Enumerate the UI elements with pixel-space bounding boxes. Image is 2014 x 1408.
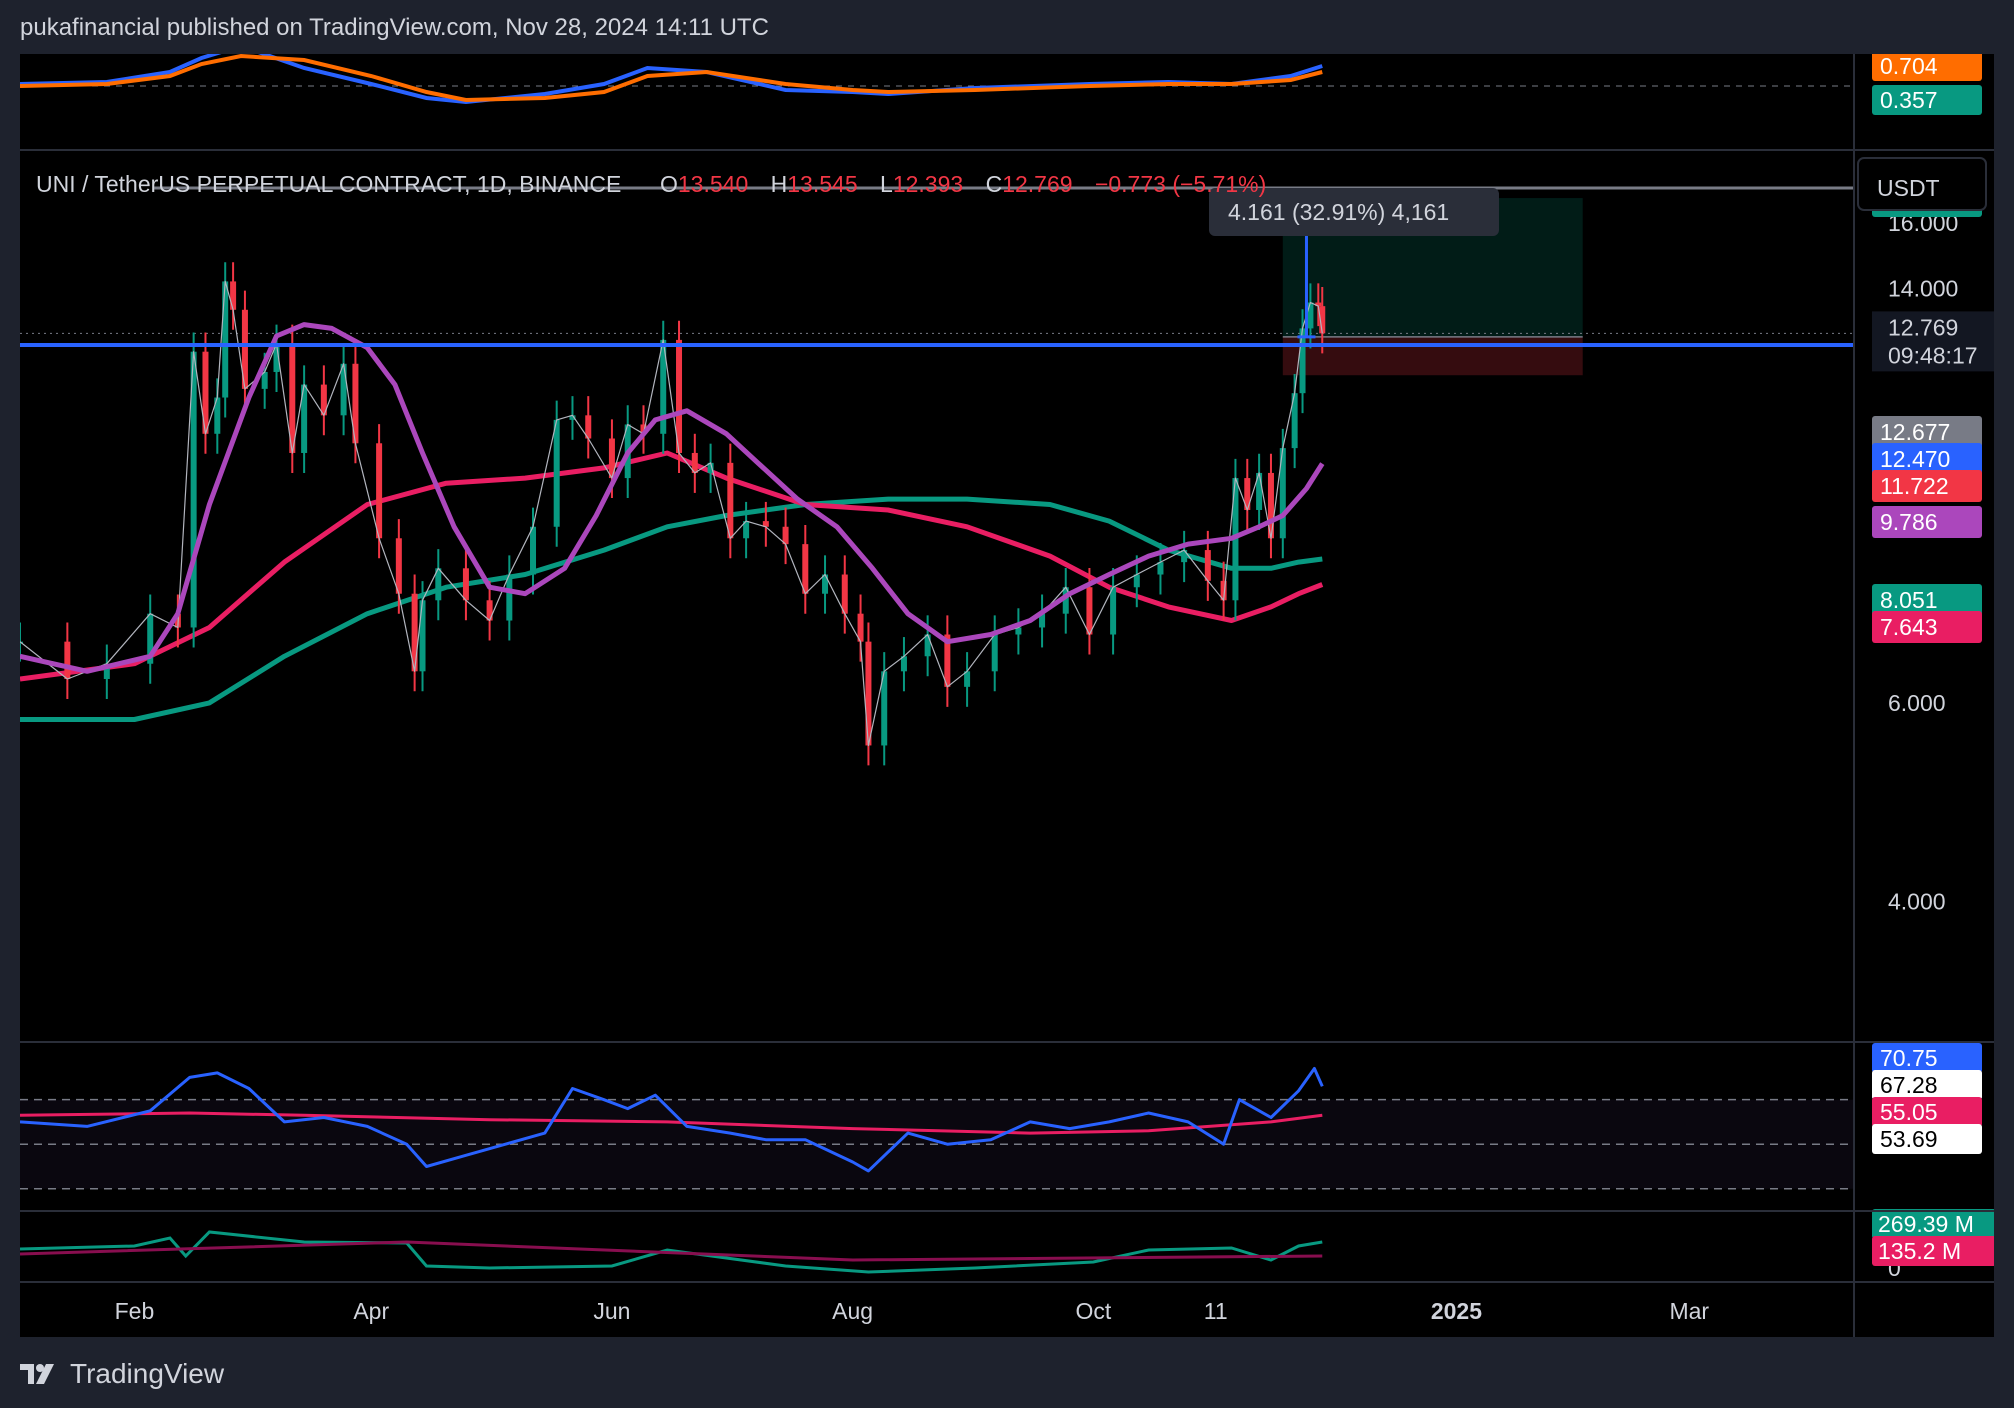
high-label: H xyxy=(771,171,788,197)
price-tag: 7.643 xyxy=(1872,611,1982,643)
time-tick-label: 2025 xyxy=(1431,1298,1482,1324)
time-tick-label: Feb xyxy=(115,1298,155,1324)
low-label: L xyxy=(880,171,893,197)
open-label: O xyxy=(660,171,678,197)
price-tag-text: 9.786 xyxy=(1880,509,1938,535)
time-tick-label: Aug xyxy=(832,1298,873,1324)
price-candle xyxy=(486,600,493,621)
volume-tag-text: 135.2 M xyxy=(1878,1238,1961,1264)
macd-pane: 0.704 0.357 xyxy=(20,54,1982,115)
time-tick-label: Oct xyxy=(1075,1298,1111,1324)
time-axis: Feb Apr Jun Aug Oct 11 2025 Mar xyxy=(115,1298,1710,1324)
rsi-tag-text: 55.05 xyxy=(1880,1099,1938,1125)
rsi-tag-text: 53.69 xyxy=(1880,1126,1938,1152)
macd-signal-line xyxy=(20,54,1323,103)
ma-slow-line xyxy=(20,496,1323,722)
rsi-tag: 55.05 xyxy=(1872,1097,1982,1127)
price-candle xyxy=(553,419,560,527)
macd-tag-text: 0.704 xyxy=(1880,54,1938,79)
price-tick-label: 6.000 xyxy=(1888,690,1946,716)
measure-label-text: 4.161 (32.91%) 4,161 xyxy=(1228,199,1449,225)
volume-tag: 135.2 M xyxy=(1872,1236,1994,1266)
price-candle xyxy=(924,634,931,657)
chart-frame[interactable]: 0.704 0.357 4.161 (32.91%) 4,161 80.0070.… xyxy=(20,54,1994,1337)
price-candle xyxy=(462,568,469,601)
time-tick-label: Jun xyxy=(593,1298,630,1324)
price-candle xyxy=(802,544,809,594)
chart-canvas[interactable]: 0.704 0.357 4.161 (32.91%) 4,161 80.0070.… xyxy=(20,54,1994,1337)
ohlc-values: O13.540 H13.545 L12.393 C12.769 −0.773 (… xyxy=(660,171,1266,197)
volume-tag-text: 269.39 M xyxy=(1878,1211,1974,1237)
price-candle xyxy=(340,363,347,416)
publish-header: pukafinancial published on TradingView.c… xyxy=(20,14,769,41)
price-tick-label: 4.000 xyxy=(1888,888,1946,914)
price-tag-text: 12.677 xyxy=(1880,419,1950,445)
time-tick-label: Apr xyxy=(353,1298,389,1324)
price-candle xyxy=(1157,562,1164,575)
price-tag-text: 12.470 xyxy=(1880,446,1950,472)
price-candle xyxy=(841,574,848,614)
price-tag: 9.786 xyxy=(1872,506,1982,538)
symbol-title[interactable]: UNI / TetherUS PERPETUAL CONTRACT, 1D, B… xyxy=(36,171,621,197)
price-tag: 11.722 xyxy=(1872,470,1982,502)
low-value: 12.393 xyxy=(893,171,963,197)
price-candle xyxy=(865,641,872,746)
tradingview-logo-icon xyxy=(20,1364,54,1384)
symbol-legend: UNI / TetherUS PERPETUAL CONTRACT, 1D, B… xyxy=(36,171,1266,197)
tradingview-brand: TradingView xyxy=(70,1358,225,1389)
last-price-tag: 12.76909:48:17 xyxy=(1872,311,1994,372)
price-tag-text: 7.643 xyxy=(1880,614,1938,640)
rsi-tag: 67.28 xyxy=(1872,1070,1982,1100)
price-candle xyxy=(230,281,237,310)
price-candle xyxy=(1133,574,1140,588)
position-stop-zone xyxy=(1282,336,1583,376)
volume-pane: 0269.39 M135.2 M xyxy=(20,1209,1994,1281)
currency-button[interactable]: USDT xyxy=(1857,157,1987,211)
rsi-tag-text: 67.28 xyxy=(1880,1072,1938,1098)
price-pane: 4.161 (32.91%) 4,161 xyxy=(20,186,1855,766)
macd-tag: 0.357 xyxy=(1872,85,1982,115)
countdown-timer: 09:48:17 xyxy=(1888,342,1978,368)
price-candle xyxy=(506,574,513,621)
change-value: −0.773 (−5.71%) xyxy=(1095,171,1266,197)
currency-button-label: USDT xyxy=(1877,175,1940,201)
rsi-tag: 70.75 xyxy=(1872,1043,1982,1073)
price-tick-label: 14.000 xyxy=(1888,275,1958,301)
rsi-tag-text: 70.75 xyxy=(1880,1045,1938,1071)
macd-tag: 0.704 xyxy=(1872,54,1982,81)
close-value: 12.769 xyxy=(1002,171,1072,197)
price-close-line xyxy=(20,280,1323,747)
macd-tag-text: 0.357 xyxy=(1880,87,1938,113)
price-candle xyxy=(222,281,229,398)
price-candle xyxy=(419,600,426,672)
rsi-tag: 53.69 xyxy=(1872,1124,1982,1154)
open-value: 13.540 xyxy=(678,171,748,197)
price-candle xyxy=(1110,587,1117,635)
close-label: C xyxy=(986,171,1003,197)
price-candle xyxy=(530,526,537,575)
price-candle xyxy=(1307,302,1314,329)
price-candle xyxy=(376,443,383,539)
time-tick-label: Mar xyxy=(1669,1298,1709,1324)
volume-tag: 269.39 M xyxy=(1872,1209,1994,1239)
price-candle xyxy=(1181,550,1188,563)
last-price-value: 12.769 xyxy=(1888,314,1958,340)
rsi-pane: 80.0070.7567.2855.0553.69 xyxy=(20,1043,1982,1190)
price-candle xyxy=(64,641,71,680)
price-tag-text: 8.051 xyxy=(1880,587,1938,613)
price-tag-text: 11.722 xyxy=(1880,473,1949,499)
tradingview-logo[interactable]: TradingView xyxy=(20,1358,224,1390)
price-candle xyxy=(727,462,734,539)
price-candle xyxy=(1086,587,1093,635)
price-candle xyxy=(1204,550,1211,581)
time-tick-label: 11 xyxy=(1204,1298,1228,1324)
price-candle xyxy=(991,634,998,672)
high-value: 13.545 xyxy=(787,171,857,197)
price-candle xyxy=(395,538,402,594)
